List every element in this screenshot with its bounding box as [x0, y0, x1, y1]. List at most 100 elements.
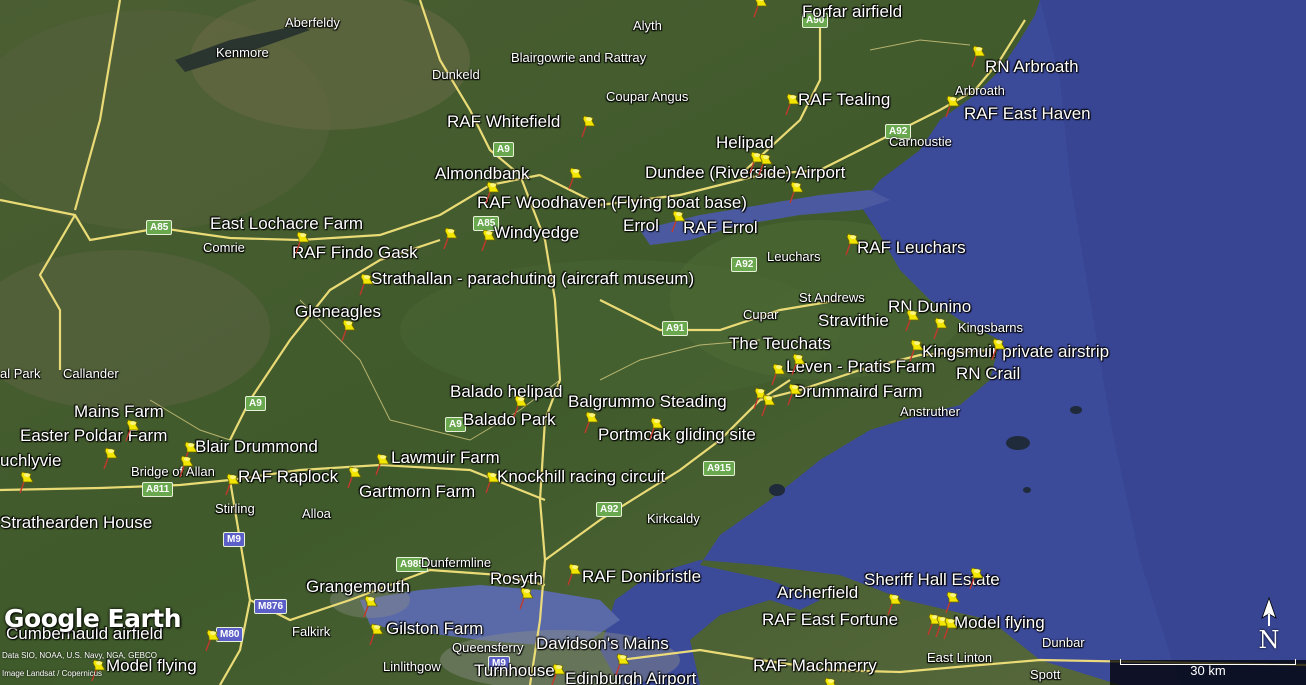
placemark-label[interactable]: Rosyth: [490, 570, 543, 587]
pushpin-icon[interactable]: [904, 308, 920, 332]
pushpin-icon[interactable]: [932, 316, 948, 340]
pushpin-icon[interactable]: [844, 232, 860, 256]
pushpin-icon[interactable]: [294, 230, 310, 254]
pushpin-icon[interactable]: [790, 352, 806, 376]
pushpin-icon[interactable]: [968, 566, 984, 590]
placemark-label[interactable]: RAF Donibristle: [582, 568, 701, 585]
pushpin-icon[interactable]: [224, 472, 240, 496]
placemark-label[interactable]: Balado Park: [463, 411, 556, 428]
placemark-label[interactable]: Forfar airfield: [802, 3, 902, 20]
pushpin-icon[interactable]: [567, 166, 583, 190]
placemark-label[interactable]: Archerfield: [777, 584, 858, 601]
pushpin-icon[interactable]: [670, 209, 686, 233]
pushpin-icon[interactable]: [908, 338, 924, 362]
town-label: Coupar Angus: [606, 89, 689, 104]
placemark-label[interactable]: Mains Farm: [74, 403, 164, 420]
placemark-label[interactable]: Errol: [623, 217, 659, 234]
road-label: M80: [216, 627, 244, 642]
placemark-label[interactable]: RAF Errol: [683, 219, 758, 236]
placemark-label[interactable]: Strathallan - parachuting (aircraft muse…: [371, 270, 694, 287]
pushpin-icon[interactable]: [124, 418, 140, 442]
pushpin-icon[interactable]: [648, 416, 664, 440]
placemark-label[interactable]: RAF Findo Gask: [292, 244, 418, 261]
placemark-label[interactable]: RAF Woodhaven (Flying boat base): [477, 194, 747, 211]
placemark-label[interactable]: Model flying: [954, 614, 1045, 631]
placemark-label[interactable]: RAF Raplock: [238, 468, 338, 485]
placemark-label[interactable]: Turnhouse: [474, 662, 555, 679]
pushpin-icon[interactable]: [484, 180, 500, 204]
town-label: Kenmore: [216, 45, 269, 60]
placemark-label[interactable]: Gilston Farm: [386, 620, 483, 637]
placemark-label[interactable]: Portmoak gliding site: [598, 426, 756, 443]
pushpin-icon[interactable]: [822, 676, 838, 685]
placemark-label[interactable]: Helipad: [716, 134, 774, 151]
placemark-label[interactable]: RN Arbroath: [985, 58, 1079, 75]
pushpin-icon[interactable]: [786, 382, 802, 406]
placemark-label[interactable]: Strathearden House: [0, 514, 152, 531]
placemark-label[interactable]: Lawmuir Farm: [391, 449, 500, 466]
placemark-label[interactable]: RAF Machmerry: [753, 657, 877, 674]
pushpin-icon[interactable]: [102, 446, 118, 470]
pushpin-icon[interactable]: [770, 362, 786, 386]
pushpin-icon[interactable]: [362, 594, 378, 618]
placemark-label[interactable]: Dundee (Riverside) Airport: [645, 164, 845, 181]
placemark-label[interactable]: RAF East Haven: [964, 105, 1091, 122]
pushpin-icon[interactable]: [358, 272, 374, 296]
pushpin-icon[interactable]: [944, 590, 960, 614]
pushpin-icon[interactable]: [752, 0, 768, 18]
pushpin-icon[interactable]: [580, 114, 596, 138]
placemark-label[interactable]: Easter Poldar Farm: [20, 427, 167, 444]
placemark-label[interactable]: RAF Tealing: [798, 91, 890, 108]
pushpin-icon[interactable]: [346, 465, 362, 489]
pushpin-icon[interactable]: [178, 454, 194, 478]
pushpin-icon[interactable]: [512, 394, 528, 418]
placemark-label[interactable]: Grangemouth: [306, 578, 410, 595]
placemark-label[interactable]: Almondbank: [435, 165, 530, 182]
pushpin-icon[interactable]: [368, 622, 384, 646]
pushpin-icon[interactable]: [566, 562, 582, 586]
pushpin-icon[interactable]: [484, 470, 500, 494]
placemark-label[interactable]: Blair Drummond: [195, 438, 318, 455]
placemark-label[interactable]: Davidson's Mains: [536, 635, 669, 652]
placemark-label[interactable]: RAF Leuchars: [857, 239, 966, 256]
pushpin-icon[interactable]: [760, 393, 776, 417]
pushpin-icon[interactable]: [374, 452, 390, 476]
placemark-label[interactable]: Kingsmuir private airstrip: [922, 343, 1109, 360]
placemark-label[interactable]: Knockhill racing circuit: [497, 468, 665, 485]
placemark-label[interactable]: RN Crail: [956, 365, 1020, 382]
pushpin-icon[interactable]: [583, 410, 599, 434]
pushpin-icon[interactable]: [340, 318, 356, 342]
pushpin-icon[interactable]: [480, 228, 496, 252]
pushpin-icon[interactable]: [757, 152, 773, 176]
placemark-label[interactable]: RAF East Fortune: [762, 611, 898, 628]
town-label: Kirkcaldy: [647, 511, 700, 526]
placemark-label[interactable]: Edinburgh Airport: [565, 670, 696, 685]
pushpin-icon[interactable]: [990, 337, 1006, 361]
pushpin-icon[interactable]: [518, 586, 534, 610]
placemark-label[interactable]: RAF Whitefield: [447, 113, 560, 130]
placemark-label[interactable]: Gleneagles: [295, 303, 381, 320]
placemark-label[interactable]: Gartmorn Farm: [359, 483, 475, 500]
pushpin-icon[interactable]: [886, 592, 902, 616]
pushpin-icon[interactable]: [970, 44, 986, 68]
placemark-label[interactable]: Drummaird Farm: [794, 383, 922, 400]
pushpin-icon[interactable]: [788, 180, 804, 204]
pushpin-icon[interactable]: [942, 616, 958, 640]
placemark-label[interactable]: Balgrummo Steading: [568, 393, 727, 410]
placemark-label[interactable]: Stravithie: [818, 312, 889, 329]
placemark-label[interactable]: Windyedge: [494, 224, 579, 241]
pushpin-icon[interactable]: [442, 226, 458, 250]
pushpin-icon[interactable]: [550, 662, 566, 685]
map-view[interactable]: A90 A92 A9 A85 A85 A92 A91 A9 A9 A811 A9…: [0, 0, 1306, 685]
placemark-label[interactable]: East Lochacre Farm: [210, 215, 363, 232]
north-arrow-icon[interactable]: N: [1256, 596, 1282, 656]
placemark-label[interactable]: The Teuchats: [729, 335, 831, 352]
pushpin-icon[interactable]: [614, 652, 630, 676]
pushpin-icon[interactable]: [204, 628, 220, 652]
placemark-label[interactable]: Balado helipad: [450, 383, 562, 400]
pushpin-icon[interactable]: [18, 470, 34, 494]
town-label: Linlithgow: [383, 659, 441, 674]
placemark-label[interactable]: RN Dunino: [888, 298, 971, 315]
pushpin-icon[interactable]: [944, 94, 960, 118]
pushpin-icon[interactable]: [784, 92, 800, 116]
